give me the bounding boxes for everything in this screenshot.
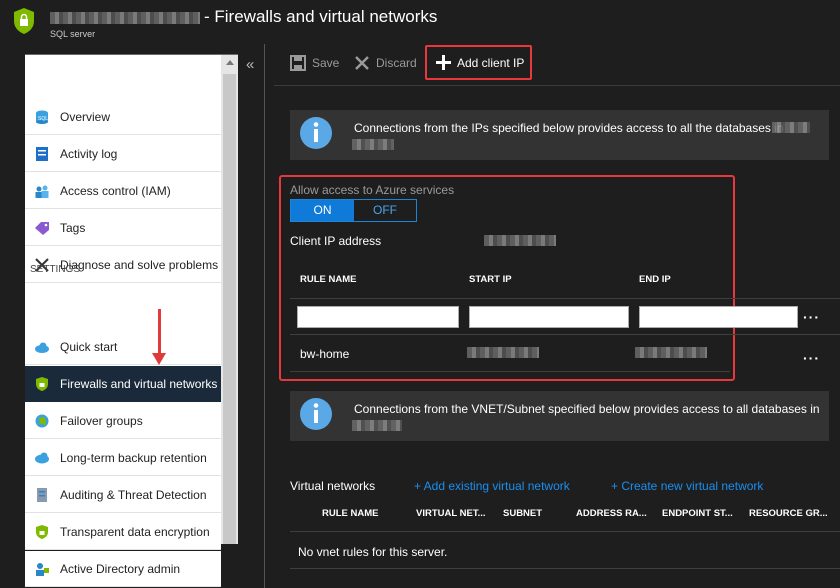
tag-icon	[35, 222, 49, 235]
collapse-menu-icon[interactable]: «	[246, 56, 254, 73]
toolbar-divider	[274, 85, 840, 86]
sidebar-item-label: Transparent data encryption	[60, 525, 210, 539]
close-icon	[355, 56, 369, 70]
sidebar-item-label: Overview	[60, 110, 111, 124]
shield-icon	[36, 377, 48, 391]
page-title: - Firewalls and virtual networks	[204, 7, 438, 26]
resource-type-label: SQL server	[50, 29, 96, 39]
sql-database-icon: SQL	[36, 110, 48, 124]
sidebar-item-tde[interactable]: Transparent data encryption	[25, 514, 221, 550]
blade-header: - Firewalls and virtual networks SQL ser…	[0, 0, 840, 44]
sidebar-item-firewalls[interactable]: Firewalls and virtual networks	[25, 366, 221, 402]
server-name-redacted	[772, 122, 810, 133]
annotation-arrow-head	[152, 353, 166, 365]
virtual-networks-label: Virtual networks	[290, 479, 376, 493]
col-rule-name: RULE NAME	[300, 274, 357, 285]
col-end-ip: END IP	[639, 274, 671, 285]
sidebar-item-overview[interactable]: SQL Overview	[25, 99, 221, 135]
plus-icon	[436, 55, 451, 70]
shield-lock-icon	[36, 525, 48, 539]
vnet-col-rule-name: RULE NAME	[322, 508, 379, 519]
people-icon	[35, 185, 49, 198]
table-divider	[290, 371, 730, 372]
scrollbar-thumb[interactable]	[223, 74, 236, 544]
save-icon	[290, 55, 306, 71]
sidebar-item-label: Auditing & Threat Detection	[60, 488, 207, 502]
rule-name-input[interactable]	[297, 306, 459, 328]
more-options-icon[interactable]: ···	[803, 309, 820, 325]
toggle-off[interactable]: OFF	[354, 200, 416, 221]
sidebar-item-label: Failover groups	[60, 414, 143, 428]
info-text: Connections from the VNET/Subnet specifi…	[354, 402, 820, 416]
sidebar-item-ad-admin[interactable]: Active Directory admin	[25, 551, 221, 587]
discard-label: Discard	[376, 56, 417, 70]
vnet-col-address-range: ADDRESS RA...	[576, 508, 647, 519]
sidebar-item-access-control[interactable]: Access control (IAM)	[25, 173, 221, 209]
vnet-col-resource-group: RESOURCE GR...	[749, 508, 828, 519]
sidebar-item-label: Long-term backup retention	[60, 451, 207, 465]
info-banner-vnet: Connections from the VNET/Subnet specifi…	[290, 391, 829, 441]
sidebar-item-label: Quick start	[60, 340, 118, 354]
ad-admin-icon	[36, 563, 49, 576]
client-ip-value-redacted	[484, 235, 556, 246]
sidebar-item-label: Activity log	[60, 147, 118, 161]
add-client-ip-button[interactable]: Add client IP	[425, 45, 532, 80]
table-divider	[290, 334, 840, 335]
col-start-ip: START IP	[469, 274, 512, 285]
server-name-redacted	[50, 12, 200, 24]
table-divider	[290, 298, 840, 299]
start-ip-input[interactable]	[469, 306, 629, 328]
sql-server-shield-icon	[14, 8, 34, 34]
sidebar-item-quick-start[interactable]: Quick start	[25, 329, 221, 365]
settings-heading: SETTINGS	[30, 264, 81, 275]
info-text: Connections from the IPs specified below…	[354, 121, 784, 135]
vnet-col-subnet: SUBNET	[503, 508, 543, 519]
sidebar-item-label: Diagnose and solve problems	[60, 258, 219, 272]
vnet-col-virtual-network: VIRTUAL NET...	[416, 508, 486, 519]
allow-azure-label: Allow access to Azure services	[290, 183, 455, 197]
rule-name-cell: bw-home	[300, 347, 350, 361]
server-name-redacted	[352, 139, 394, 150]
allow-azure-toggle[interactable]: ON OFF	[290, 199, 417, 222]
client-ip-label: Client IP address	[290, 234, 382, 248]
start-ip-redacted	[467, 347, 539, 358]
cloud-icon	[35, 342, 49, 353]
vnet-col-endpoint-status: ENDPOINT ST...	[662, 508, 733, 519]
add-client-ip-label: Add client IP	[457, 56, 525, 70]
sidebar-item-label: Tags	[60, 221, 86, 235]
info-icon	[300, 117, 332, 149]
sidebar-item-backup-retention[interactable]: Long-term backup retention	[25, 440, 221, 476]
scroll-up-arrow-icon[interactable]	[226, 60, 234, 65]
sidebar-item-label: Firewalls and virtual networks	[60, 377, 218, 391]
end-ip-input[interactable]	[639, 306, 798, 328]
more-options-icon[interactable]: ···	[803, 350, 820, 366]
info-banner-ips: Connections from the IPs specified below…	[290, 110, 829, 160]
empty-vnet-message: No vnet rules for this server.	[298, 545, 448, 559]
audit-icon	[37, 488, 47, 502]
table-divider	[290, 568, 840, 569]
end-ip-redacted	[635, 347, 707, 358]
sidebar-item-label: Active Directory admin	[60, 562, 181, 576]
create-new-vnet-link[interactable]: + Create new virtual network	[611, 479, 763, 493]
toggle-on[interactable]: ON	[291, 200, 354, 221]
sidebar-item-failover-groups[interactable]: Failover groups	[25, 403, 221, 439]
svg-text:SQL: SQL	[38, 116, 48, 122]
save-label: Save	[312, 56, 340, 70]
sidebar-item-label: Access control (IAM)	[60, 184, 171, 198]
activity-log-icon	[36, 147, 48, 161]
annotation-arrow	[158, 309, 161, 355]
server-name-redacted	[352, 420, 402, 431]
panel-divider	[264, 44, 265, 588]
sidebar-item-auditing[interactable]: Auditing & Threat Detection	[25, 477, 221, 513]
sidebar-item-tags[interactable]: Tags	[25, 210, 221, 246]
info-icon	[300, 398, 332, 430]
table-divider	[290, 531, 840, 532]
cloud-backup-icon	[35, 452, 49, 464]
globe-icon	[35, 414, 49, 428]
add-existing-vnet-link[interactable]: + Add existing virtual network	[414, 479, 570, 493]
sidebar-item-activity-log[interactable]: Activity log	[25, 136, 221, 172]
